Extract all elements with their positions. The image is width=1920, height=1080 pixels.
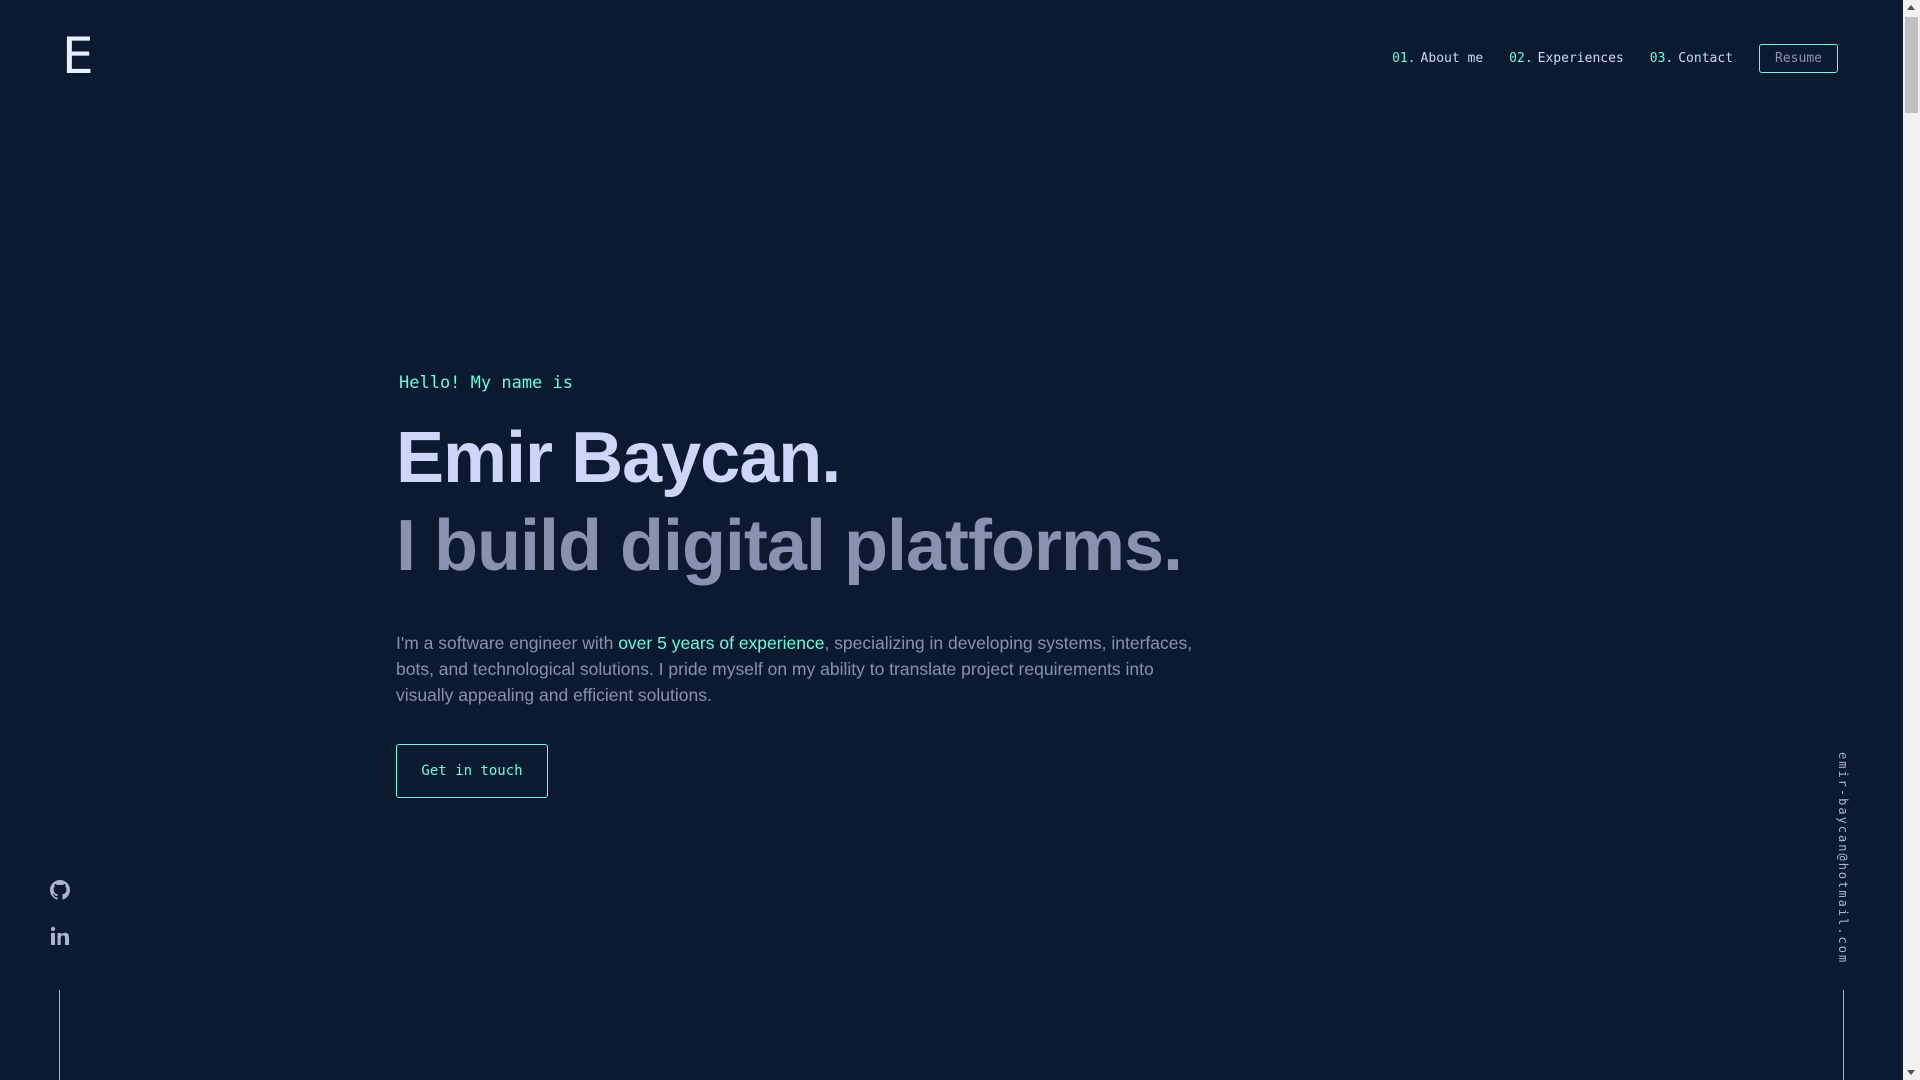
linkedin-icon[interactable] <box>50 926 70 946</box>
nav-contact[interactable]: 03. Contact <box>1650 51 1733 66</box>
vertical-scrollbar[interactable] <box>1903 0 1920 1080</box>
hero-name: Emir Baycan. <box>396 418 841 498</box>
nav-contact-number: 03. <box>1649 50 1674 66</box>
site-logo[interactable]: E <box>62 30 94 82</box>
nav-experiences-number: 02. <box>1509 50 1533 66</box>
right-vertical-line <box>1843 990 1844 1080</box>
hero-tagline: I build digital platforms. <box>396 506 1183 586</box>
scrollbar-thumb[interactable] <box>1905 17 1918 113</box>
nav-contact-label: Contact <box>1678 50 1734 66</box>
nav-experiences[interactable]: 02. Experiences <box>1509 51 1624 66</box>
scroll-up-icon[interactable] <box>1907 5 1915 10</box>
hero-intro: I'm a software engineer with over 5 year… <box>396 630 1196 708</box>
social-links <box>50 880 70 972</box>
main-nav: 01. About me 02. Experiences 03. Contact… <box>1392 43 1838 73</box>
hero-greeting: Hello! My name is <box>399 373 573 393</box>
get-in-touch-button[interactable]: Get in touch <box>396 744 548 798</box>
left-vertical-line <box>59 990 60 1080</box>
email-link[interactable]: emir-baycan@hotmail.com <box>1836 752 1850 964</box>
email-sidebar: emir-baycan@hotmail.com <box>1833 752 1853 964</box>
hero-intro-start: I'm a software engineer with <box>396 633 619 653</box>
scroll-down-icon[interactable] <box>1907 1070 1915 1075</box>
nav-experiences-label: Experiences <box>1537 50 1624 66</box>
nav-about-me-label: About me <box>1420 50 1484 66</box>
nav-about-me[interactable]: 01. About me <box>1392 51 1483 66</box>
hero-section: Hello! My name is Emir Baycan. I build d… <box>396 370 1216 726</box>
hero-intro-highlight: over 5 years of experience <box>618 633 825 653</box>
nav-about-me-number: 01. <box>1392 50 1416 66</box>
resume-button[interactable]: Resume <box>1759 43 1838 73</box>
github-icon[interactable] <box>50 880 70 900</box>
